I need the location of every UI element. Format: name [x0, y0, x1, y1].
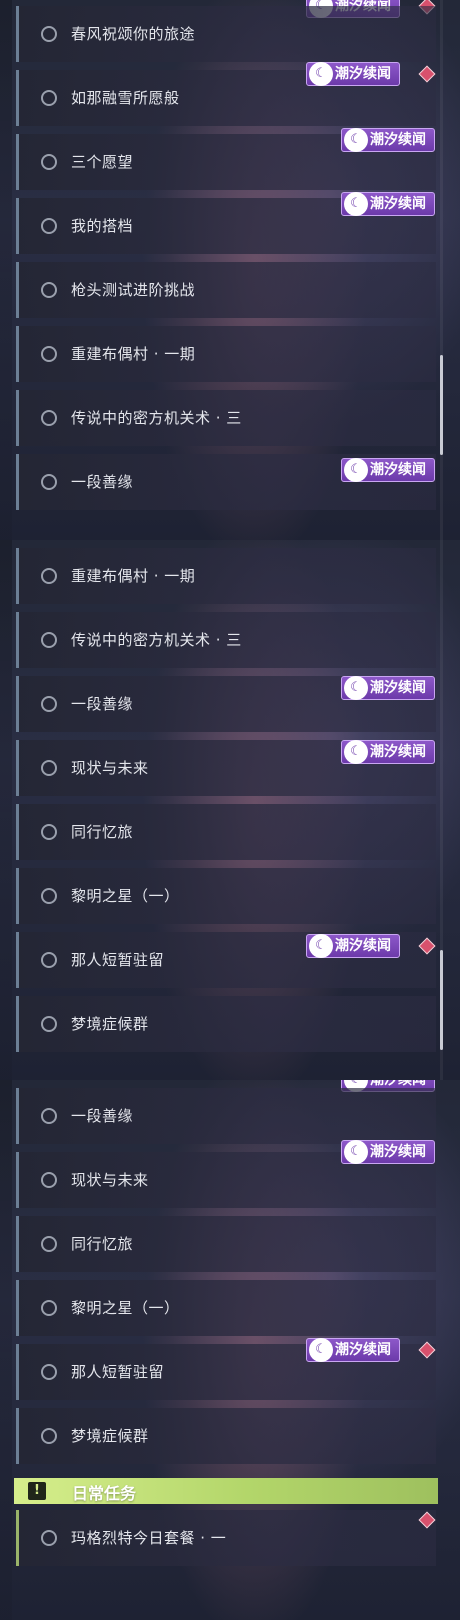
tidal-news-badge: ☾潮汐续闻 [306, 1338, 400, 1362]
daily-quest-row[interactable]: 玛格烈特今日套餐 · 一 [16, 1510, 436, 1566]
tidal-news-badge: ☾潮汐续闻 [341, 192, 435, 216]
quest-title: 一段善缘 [71, 1107, 134, 1125]
radio-circle-icon [41, 410, 57, 426]
radio-circle-icon [41, 346, 57, 362]
tidal-news-badge: ☾潮汐续闻 [341, 458, 435, 482]
quest-title: 枪头测试进阶挑战 [71, 281, 196, 299]
radio-circle-icon [41, 1108, 57, 1124]
quest-title: 现状与未来 [71, 1171, 149, 1189]
radio-circle-icon [41, 1428, 57, 1444]
radio-circle-icon [41, 218, 57, 234]
scrollbar-track[interactable] [440, 0, 443, 540]
quest-title: 同行忆旅 [71, 1235, 134, 1253]
radio-circle-icon [41, 474, 57, 490]
crescent-moon-icon: ☾ [344, 1140, 368, 1164]
quest-title: 梦境症候群 [71, 1427, 149, 1445]
radio-circle-icon [41, 888, 57, 904]
tidal-news-badge: ☾潮汐续闻 [306, 934, 400, 958]
radio-circle-icon [41, 26, 57, 42]
quest-row[interactable]: 黎明之星（一） [16, 868, 436, 924]
tidal-news-badge: ☾潮汐续闻 [341, 740, 435, 764]
quest-row[interactable]: 重建布偶村 · 一期 [16, 548, 436, 604]
quest-row[interactable]: 传说中的密方机关术 · 三 [16, 390, 436, 446]
quest-title: 一段善缘 [71, 695, 134, 713]
quest-row[interactable]: 同行忆旅 [16, 804, 436, 860]
quest-row[interactable]: 梦境症候群 [16, 996, 436, 1052]
scrollbar-thumb[interactable] [440, 950, 443, 1050]
radio-circle-icon [41, 1530, 57, 1546]
crescent-moon-icon: ☾ [344, 676, 368, 700]
tidal-news-badge: ☾潮汐续闻 [341, 1140, 435, 1164]
quest-row[interactable]: 枪头测试进阶挑战 [16, 262, 436, 318]
quest-title: 那人短暂驻留 [71, 1363, 165, 1381]
quest-title: 春风祝颂你的旅途 [71, 25, 196, 43]
radio-circle-icon [41, 1016, 57, 1032]
radio-circle-icon [41, 1364, 57, 1380]
quest-title: 玛格烈特今日套餐 · 一 [71, 1529, 227, 1547]
quest-title: 一段善缘 [71, 473, 134, 491]
scrollbar-thumb[interactable] [440, 355, 443, 455]
quest-row[interactable]: 同行忆旅 [16, 1216, 436, 1272]
quest-list-panel-1: ☾潮汐续闻 春风祝颂你的旅途 如那融雪所愿般 ☾潮汐续闻 三个愿望 ☾潮汐续闻 … [0, 0, 460, 540]
radio-circle-icon [41, 568, 57, 584]
radio-circle-icon [41, 824, 57, 840]
tidal-news-badge: ☾潮汐续闻 [306, 62, 400, 86]
radio-circle-icon [41, 90, 57, 106]
quest-list-panel-2: 重建布偶村 · 一期 传说中的密方机关术 · 三 一段善缘 ☾ 潮汐续闻 现状与未… [0, 540, 460, 1080]
radio-circle-icon [41, 952, 57, 968]
radio-circle-icon [41, 696, 57, 712]
daily-tasks-section-header[interactable]: ! 日常任务 [14, 1478, 438, 1504]
tidal-news-badge: ☾潮汐续闻 [341, 128, 435, 152]
quest-title: 三个愿望 [71, 153, 134, 171]
quest-row[interactable]: 黎明之星（一） [16, 1280, 436, 1336]
quest-title: 传说中的密方机关术 · 三 [71, 409, 242, 427]
radio-circle-icon [41, 632, 57, 648]
crescent-moon-icon: ☾ [344, 740, 368, 764]
radio-circle-icon [41, 282, 57, 298]
tidal-news-badge: ☾潮汐续闻 [341, 676, 435, 700]
quest-title: 重建布偶村 · 一期 [71, 345, 196, 363]
section-title: 日常任务 [72, 1484, 137, 1503]
quest-row[interactable]: 重建布偶村 · 一期 [16, 326, 436, 382]
quest-title: 我的搭档 [71, 217, 134, 235]
radio-circle-icon [41, 1236, 57, 1252]
quest-row[interactable]: 春风祝颂你的旅途 [16, 6, 436, 62]
quest-title: 梦境症候群 [71, 1015, 149, 1033]
quest-title: 现状与未来 [71, 759, 149, 777]
quest-title: 黎明之星（一） [71, 1299, 180, 1317]
crescent-moon-icon: ☾ [344, 192, 368, 216]
radio-circle-icon [41, 1172, 57, 1188]
quest-list-panel-3: ☾潮汐续闻 一段善缘 现状与未来 ☾潮汐续闻 同行忆旅 黎明之星（一） 那人短暂… [0, 1080, 460, 1620]
quest-row[interactable]: 传说中的密方机关术 · 三 [16, 612, 436, 668]
radio-circle-icon [41, 154, 57, 170]
quest-row[interactable]: 梦境症候群 [16, 1408, 436, 1464]
exclamation-icon: ! [28, 1482, 46, 1500]
quest-title: 如那融雪所愿般 [71, 89, 180, 107]
quest-row[interactable]: 一段善缘 [16, 1088, 436, 1144]
crescent-moon-icon: ☾ [309, 934, 333, 958]
crescent-moon-icon: ☾ [309, 1338, 333, 1362]
quest-title: 同行忆旅 [71, 823, 134, 841]
crescent-moon-icon: ☾ [309, 62, 333, 86]
quest-title: 传说中的密方机关术 · 三 [71, 631, 242, 649]
quest-title: 黎明之星（一） [71, 887, 180, 905]
quest-title: 那人短暂驻留 [71, 951, 165, 969]
radio-circle-icon [41, 760, 57, 776]
quest-title: 重建布偶村 · 一期 [71, 567, 196, 585]
crescent-moon-icon: ☾ [344, 128, 368, 152]
crescent-moon-icon: ☾ [344, 458, 368, 482]
radio-circle-icon [41, 1300, 57, 1316]
